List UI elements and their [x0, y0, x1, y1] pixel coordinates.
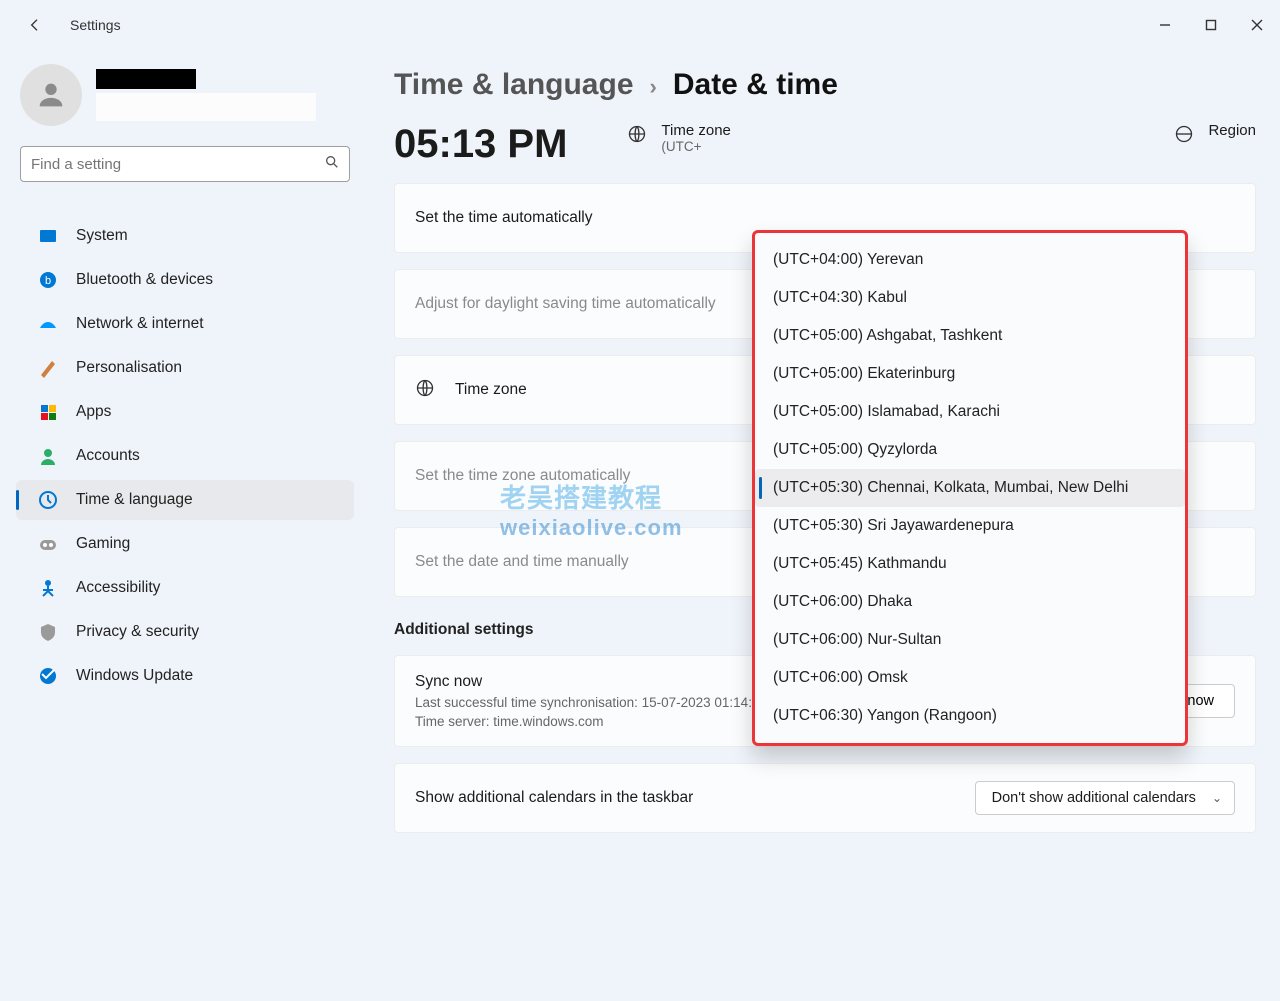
- nav-item-icon: [38, 446, 58, 466]
- tz-option[interactable]: (UTC+05:00) Ashgabat, Tashkent: [755, 317, 1185, 355]
- sidebar: System b Bluetooth & devices Network & inte…: [0, 50, 370, 1001]
- tz-option[interactable]: (UTC+05:00) Qyzylorda: [755, 431, 1185, 469]
- profile-email-redacted: [96, 93, 316, 121]
- nav-item-icon: [38, 402, 58, 422]
- nav-item-label: Privacy & security: [76, 623, 199, 641]
- search-container: [20, 146, 350, 182]
- nav-item-icon: [38, 314, 58, 334]
- row-manual-time-label: Set the date and time manually: [415, 553, 629, 571]
- nav-item-apps[interactable]: Apps: [16, 392, 354, 432]
- minimize-icon: [1159, 19, 1171, 31]
- breadcrumb-parent[interactable]: Time & language: [394, 68, 634, 102]
- tz-option[interactable]: (UTC+06:00) Omsk: [755, 659, 1185, 697]
- window-title: Settings: [70, 17, 121, 33]
- tz-option[interactable]: (UTC+05:00) Ekaterinburg: [755, 355, 1185, 393]
- maximize-button[interactable]: [1188, 9, 1234, 41]
- row-calendars: Show additional calendars in the taskbar…: [394, 763, 1256, 833]
- back-button[interactable]: [20, 10, 50, 40]
- chevron-down-icon: ⌄: [1212, 791, 1222, 805]
- nav-item-system[interactable]: System: [16, 216, 354, 256]
- row-timezone-label: Time zone: [455, 381, 527, 399]
- clock-row: 05:13 PM Time zone (UTC+ Region: [394, 122, 1256, 167]
- tz-option[interactable]: (UTC+06:30) Yangon (Rangoon): [755, 697, 1185, 735]
- minimize-button[interactable]: [1142, 9, 1188, 41]
- tz-option[interactable]: (UTC+06:00) Dhaka: [755, 583, 1185, 621]
- globe-clock-icon: [627, 124, 647, 149]
- nav-item-icon: [38, 578, 58, 598]
- nav-item-icon: [38, 666, 58, 686]
- nav-item-label: Accounts: [76, 447, 140, 465]
- globe-clock-icon: [415, 378, 435, 403]
- region-icon: [1174, 124, 1194, 149]
- profile-block[interactable]: [0, 64, 370, 146]
- avatar: [20, 64, 82, 126]
- timezone-dropdown[interactable]: (UTC+04:00) Yerevan(UTC+04:30) Kabul(UTC…: [752, 230, 1188, 746]
- breadcrumb: Time & language › Date & time: [394, 68, 1256, 102]
- tz-option[interactable]: (UTC+05:30) Chennai, Kolkata, Mumbai, Ne…: [755, 469, 1185, 507]
- close-icon: [1251, 19, 1263, 31]
- tz-option[interactable]: (UTC+06:00) Nur-Sultan: [755, 621, 1185, 659]
- profile-name-redacted: [96, 69, 196, 89]
- region-label: Region: [1208, 122, 1256, 139]
- sync-last: Last successful time synchronisation: 15…: [415, 695, 767, 710]
- tz-option[interactable]: (UTC+05:30) Sri Jayawardenepura: [755, 507, 1185, 545]
- chevron-right-icon: ›: [650, 74, 657, 100]
- nav-item-label: Gaming: [76, 535, 130, 553]
- tz-option[interactable]: (UTC+05:45) Kathmandu: [755, 545, 1185, 583]
- calendars-dropdown[interactable]: Don't show additional calendars ⌄: [975, 781, 1235, 815]
- nav-item-icon: [38, 358, 58, 378]
- timezone-block: Time zone (UTC+: [627, 122, 730, 154]
- row-dst-label: Adjust for daylight saving time automati…: [415, 295, 716, 313]
- breadcrumb-current: Date & time: [673, 68, 838, 102]
- arrow-left-icon: [27, 17, 43, 33]
- nav-item-label: Personalisation: [76, 359, 182, 377]
- person-icon: [34, 78, 68, 112]
- search-input[interactable]: [20, 146, 350, 182]
- nav-item-label: Apps: [76, 403, 111, 421]
- sync-title: Sync now: [415, 673, 767, 691]
- nav-item-accounts[interactable]: Accounts: [16, 436, 354, 476]
- nav-item-personalisation[interactable]: Personalisation: [16, 348, 354, 388]
- calendars-dropdown-value: Don't show additional calendars: [992, 790, 1196, 806]
- nav-item-icon: [38, 226, 58, 246]
- nav-item-network-internet[interactable]: Network & internet: [16, 304, 354, 344]
- nav-item-icon: [38, 534, 58, 554]
- timezone-value-truncated: (UTC+: [661, 139, 730, 154]
- row-calendars-label: Show additional calendars in the taskbar: [415, 789, 693, 807]
- nav-item-label: Windows Update: [76, 667, 193, 685]
- nav-item-label: Time & language: [76, 491, 193, 509]
- row-auto-tz-label: Set the time zone automatically: [415, 467, 630, 485]
- nav-item-label: Accessibility: [76, 579, 160, 597]
- tz-option[interactable]: (UTC+04:00) Yerevan: [755, 241, 1185, 279]
- nav-item-icon: [38, 622, 58, 642]
- maximize-icon: [1205, 19, 1217, 31]
- close-button[interactable]: [1234, 9, 1280, 41]
- nav-item-privacy-security[interactable]: Privacy & security: [16, 612, 354, 652]
- region-block: Region: [1174, 122, 1256, 149]
- nav-item-gaming[interactable]: Gaming: [16, 524, 354, 564]
- nav-item-icon: [38, 490, 58, 510]
- nav-menu: System b Bluetooth & devices Network & inte…: [0, 216, 370, 696]
- nav-item-label: System: [76, 227, 128, 245]
- tz-option[interactable]: (UTC+04:30) Kabul: [755, 279, 1185, 317]
- nav-item-icon: b: [38, 270, 58, 290]
- svg-text:b: b: [45, 275, 51, 287]
- nav-item-label: Bluetooth & devices: [76, 271, 213, 289]
- nav-item-time-language[interactable]: Time & language: [16, 480, 354, 520]
- sync-server: Time server: time.windows.com: [415, 714, 767, 729]
- nav-item-windows-update[interactable]: Windows Update: [16, 656, 354, 696]
- timezone-label: Time zone: [661, 122, 730, 139]
- nav-item-label: Network & internet: [76, 315, 204, 333]
- row-auto-time-label: Set the time automatically: [415, 209, 592, 227]
- search-icon: [324, 154, 340, 175]
- nav-item-accessibility[interactable]: Accessibility: [16, 568, 354, 608]
- tz-option[interactable]: (UTC+05:00) Islamabad, Karachi: [755, 393, 1185, 431]
- nav-item-bluetooth-devices[interactable]: b Bluetooth & devices: [16, 260, 354, 300]
- current-time: 05:13 PM: [394, 122, 567, 167]
- titlebar: Settings: [0, 0, 1280, 50]
